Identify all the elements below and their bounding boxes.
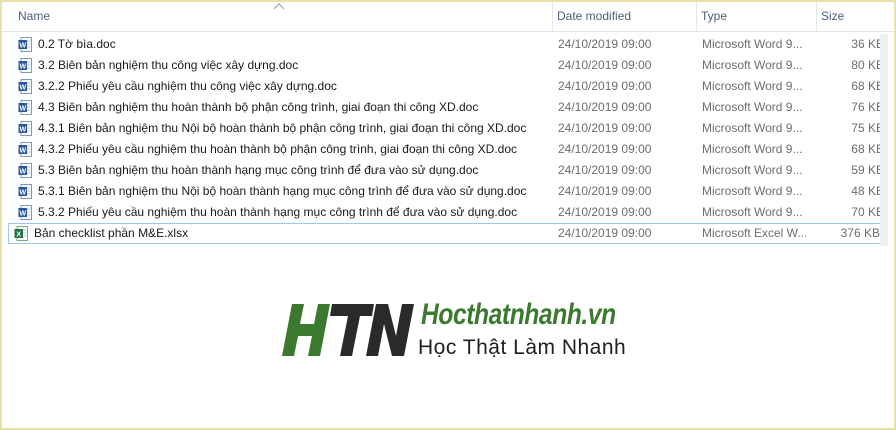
file-type: Microsoft Word 9... — [702, 58, 803, 72]
file-date-modified: 24/10/2019 09:00 — [558, 163, 652, 177]
file-size: 376 KB — [840, 226, 880, 240]
word-doc-icon: W — [18, 205, 32, 220]
file-rows: W 0.2 Tờ bìa.doc 24/10/2019 09:00 Microsoft… — [2, 34, 894, 244]
file-name: 4.3.1 Biên bản nghiệm thu Nội bộ hoàn th… — [38, 121, 527, 135]
file-type: Microsoft Word 9... — [702, 37, 803, 51]
file-row[interactable]: W 5.3.2 Phiếu yêu cầu nghiệm thu hoàn thà… — [2, 202, 894, 223]
file-type: Microsoft Word 9... — [702, 205, 803, 219]
watermark-slogan: Học Thật Làm Nhanh — [418, 336, 627, 359]
file-name: Bản checklist phần M&E.xlsx — [34, 226, 189, 240]
file-row[interactable]: W 5.3.1 Biên bản nghiệm thu Nội bộ hoàn t… — [2, 181, 894, 202]
file-type: Microsoft Excel W... — [702, 226, 806, 240]
word-doc-icon: W — [18, 142, 32, 157]
file-row[interactable]: W 3.2.2 Phiếu yêu cầu nghiệm thu công việ… — [2, 76, 894, 97]
column-header-type[interactable]: Type — [696, 2, 816, 31]
word-doc-icon: W — [18, 121, 32, 136]
svg-text:W: W — [19, 84, 26, 91]
file-date-modified: 24/10/2019 09:00 — [558, 58, 652, 72]
file-type: Microsoft Word 9... — [702, 163, 803, 177]
column-header-size-label: Size — [821, 9, 845, 23]
excel-xlsx-icon: X — [14, 226, 28, 241]
file-date-modified: 24/10/2019 09:00 — [558, 79, 652, 93]
column-header-size[interactable]: Size — [816, 2, 894, 31]
svg-text:W: W — [19, 189, 26, 196]
svg-text:W: W — [19, 105, 26, 112]
file-name: 5.3.1 Biên bản nghiệm thu Nội bộ hoàn th… — [38, 184, 527, 198]
file-name: 5.3 Biên bản nghiệm thu hoàn thành hạng … — [38, 163, 479, 177]
file-row[interactable]: W 0.2 Tờ bìa.doc 24/10/2019 09:00 Microsoft… — [2, 34, 894, 55]
watermark-domain: Hocthatnhanh.vn — [421, 298, 616, 331]
file-name: 3.2 Biên bản nghiệm thu công việc xây dự… — [38, 58, 299, 72]
vertical-scrollbar[interactable] — [880, 34, 888, 246]
file-date-modified: 24/10/2019 09:00 — [558, 226, 652, 240]
svg-text:W: W — [19, 168, 26, 175]
word-doc-icon: W — [18, 58, 32, 73]
word-doc-icon: W — [18, 100, 32, 115]
file-date-modified: 24/10/2019 09:00 — [558, 37, 652, 51]
file-date-modified: 24/10/2019 09:00 — [558, 142, 652, 156]
file-row[interactable]: W 4.3.2 Phiếu yêu cầu nghiệm thu hoàn thà… — [2, 139, 894, 160]
file-name: 0.2 Tờ bìa.doc — [38, 37, 116, 51]
file-row[interactable]: W 4.3 Biên bản nghiệm thu hoàn thành bộ p… — [2, 97, 894, 118]
column-header-date-label: Date modified — [557, 9, 632, 23]
file-type: Microsoft Word 9... — [702, 184, 803, 198]
file-date-modified: 24/10/2019 09:00 — [558, 184, 652, 198]
htn-logo-mark-icon — [282, 304, 414, 356]
watermark-logo: Hocthatnhanh.vn Học Thật Làm Nhanh — [278, 298, 628, 362]
word-doc-icon: W — [18, 37, 32, 52]
svg-text:X: X — [16, 231, 21, 238]
column-header-name-label: Name — [18, 9, 51, 23]
file-explorer-list: Name Date modified Type Size W 0.2 Tờ bìa… — [0, 0, 896, 430]
svg-text:W: W — [19, 63, 26, 70]
file-name: 4.3.2 Phiếu yêu cầu nghiệm thu hoàn thàn… — [38, 142, 518, 156]
file-name: 3.2.2 Phiếu yêu cầu nghiệm thu công việc… — [38, 79, 337, 93]
file-name: 4.3 Biên bản nghiệm thu hoàn thành bộ ph… — [38, 100, 479, 114]
sort-ascending-icon — [273, 3, 285, 10]
word-doc-icon: W — [18, 79, 32, 94]
file-date-modified: 24/10/2019 09:00 — [558, 100, 652, 114]
word-doc-icon: W — [18, 163, 32, 178]
word-doc-icon: W — [18, 184, 32, 199]
file-type: Microsoft Word 9... — [702, 79, 803, 93]
file-name: 5.3.2 Phiếu yêu cầu nghiệm thu hoàn thàn… — [38, 205, 518, 219]
file-date-modified: 24/10/2019 09:00 — [558, 205, 652, 219]
file-date-modified: 24/10/2019 09:00 — [558, 121, 652, 135]
column-header-type-label: Type — [701, 9, 728, 23]
svg-text:W: W — [19, 147, 26, 154]
file-row[interactable]: W 5.3 Biên bản nghiệm thu hoàn thành hạng… — [2, 160, 894, 181]
svg-text:W: W — [19, 210, 26, 217]
file-row[interactable]: X Bản checklist phần M&E.xlsx 24/10/2019 0… — [8, 223, 884, 244]
file-type: Microsoft Word 9... — [702, 100, 803, 114]
svg-text:W: W — [19, 42, 26, 49]
column-header-bar: Name Date modified Type Size — [2, 2, 894, 32]
column-header-date[interactable]: Date modified — [552, 2, 696, 31]
svg-text:W: W — [19, 126, 26, 133]
file-type: Microsoft Word 9... — [702, 121, 803, 135]
file-row[interactable]: W 4.3.1 Biên bản nghiệm thu Nội bộ hoàn t… — [2, 118, 894, 139]
file-type: Microsoft Word 9... — [702, 142, 803, 156]
file-row[interactable]: W 3.2 Biên bản nghiệm thu công việc xây d… — [2, 55, 894, 76]
